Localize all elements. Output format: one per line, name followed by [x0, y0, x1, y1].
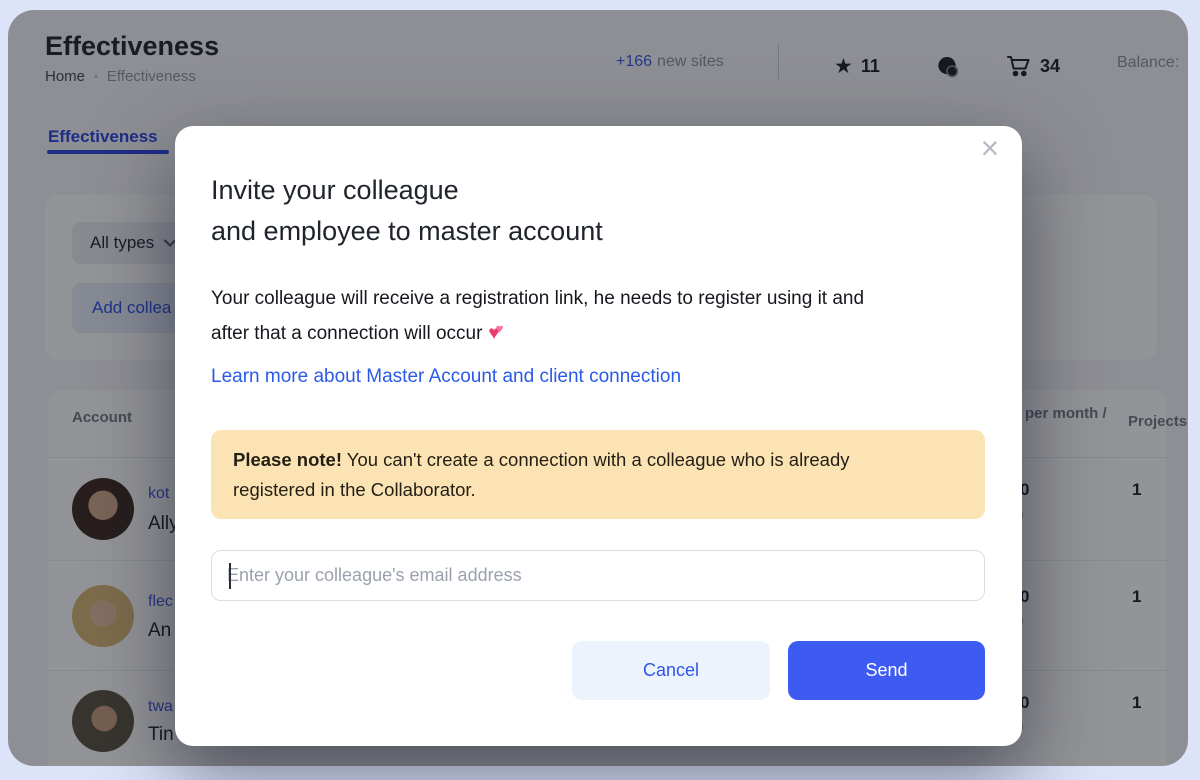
close-icon[interactable]: ×: [973, 132, 1007, 166]
send-button[interactable]: Send: [788, 641, 985, 700]
modal-description-line1: Your colleague will receive a registrati…: [211, 288, 865, 309]
modal-title-line1: Invite your colleague: [211, 175, 459, 205]
hearts-emoji: ♥♥: [488, 321, 504, 344]
modal-description-line2: after that a connection will occur ♥♥: [211, 314, 864, 349]
modal-description: Your colleague will receive a registrati…: [211, 284, 864, 349]
warning-note: Please note! You can't create a connecti…: [211, 430, 985, 519]
warning-note-line2: registered in the Collaborator.: [233, 479, 476, 500]
invite-colleague-modal: × Invite your colleague and employee to …: [175, 126, 1022, 746]
cancel-button[interactable]: Cancel: [572, 641, 770, 700]
modal-title: Invite your colleague and employee to ma…: [211, 170, 603, 252]
text-cursor: [229, 563, 231, 589]
learn-more-link[interactable]: Learn more about Master Account and clie…: [211, 366, 681, 388]
warning-note-bold: Please note!: [233, 449, 342, 470]
modal-title-line2: and employee to master account: [211, 216, 603, 246]
email-input[interactable]: [211, 550, 985, 601]
